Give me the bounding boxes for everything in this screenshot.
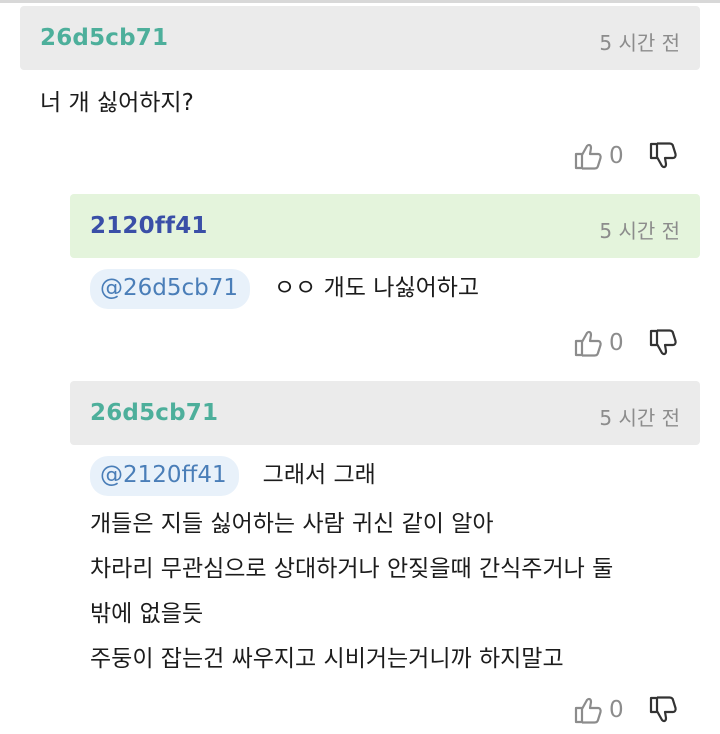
comment-header: 2120ff41 5 시간 전 bbox=[70, 194, 700, 258]
comment-body: 너 개 싫어하지? bbox=[40, 84, 194, 122]
comment-text: 너 개 싫어하지? bbox=[40, 90, 194, 116]
comment-timestamp: 5 시간 전 bbox=[599, 219, 680, 243]
comment-header: 26d5cb71 5 시간 전 bbox=[70, 381, 700, 445]
comment-author[interactable]: 26d5cb71 bbox=[40, 25, 168, 51]
comment-reply: 2120ff41 5 시간 전 bbox=[70, 194, 700, 258]
comment-text: ㅇㅇ 개도 나싫어하고 bbox=[274, 275, 480, 301]
comment-text: 그래서 그래 bbox=[262, 462, 376, 488]
comment-author[interactable]: 2120ff41 bbox=[90, 213, 208, 239]
mention-tag[interactable]: @2120ff41 bbox=[90, 456, 239, 496]
comment-text: 주둥이 잡는건 싸우지고 시비거는거니까 하지말고 bbox=[90, 646, 564, 672]
comment-timestamp: 5 시간 전 bbox=[599, 31, 680, 55]
thumbs-up-icon[interactable] bbox=[573, 141, 603, 171]
thumbs-down-icon[interactable] bbox=[648, 328, 678, 358]
like-count: 0 bbox=[609, 330, 624, 356]
mention-tag[interactable]: @26d5cb71 bbox=[90, 269, 251, 309]
comment-reply: 26d5cb71 5 시간 전 bbox=[70, 381, 700, 445]
comment: 26d5cb71 5 시간 전 bbox=[20, 6, 700, 70]
comment-text-line: @2120ff41 그래서 그래 bbox=[90, 456, 613, 496]
comment-votes: 0 bbox=[573, 138, 678, 174]
thumbs-up-icon[interactable] bbox=[573, 695, 603, 725]
comment-text: 차라리 무관심으로 상대하거나 안짖을때 간식주거나 둘 bbox=[90, 556, 614, 582]
comment-votes: 0 bbox=[573, 692, 678, 728]
comment-text: 밖에 없을듯 bbox=[90, 601, 204, 627]
comment-body: @26d5cb71 ㅇㅇ 개도 나싫어하고 bbox=[90, 269, 479, 309]
comment-body: @2120ff41 그래서 그래 개들은 지들 싫어하는 사람 귀신 같이 알아 … bbox=[90, 456, 613, 678]
comment-votes: 0 bbox=[573, 325, 678, 361]
comment-header: 26d5cb71 5 시간 전 bbox=[20, 6, 700, 70]
comment-author[interactable]: 26d5cb71 bbox=[90, 400, 218, 426]
thumbs-down-icon[interactable] bbox=[648, 141, 678, 171]
comment-text-line: @26d5cb71 ㅇㅇ 개도 나싫어하고 bbox=[90, 269, 479, 309]
thumbs-up-icon[interactable] bbox=[573, 328, 603, 358]
like-count: 0 bbox=[609, 697, 624, 723]
top-divider bbox=[0, 0, 720, 3]
like-count: 0 bbox=[609, 143, 624, 169]
comment-text: 개들은 지들 싫어하는 사람 귀신 같이 알아 bbox=[90, 511, 494, 537]
thumbs-down-icon[interactable] bbox=[648, 695, 678, 725]
comment-timestamp: 5 시간 전 bbox=[599, 406, 680, 430]
